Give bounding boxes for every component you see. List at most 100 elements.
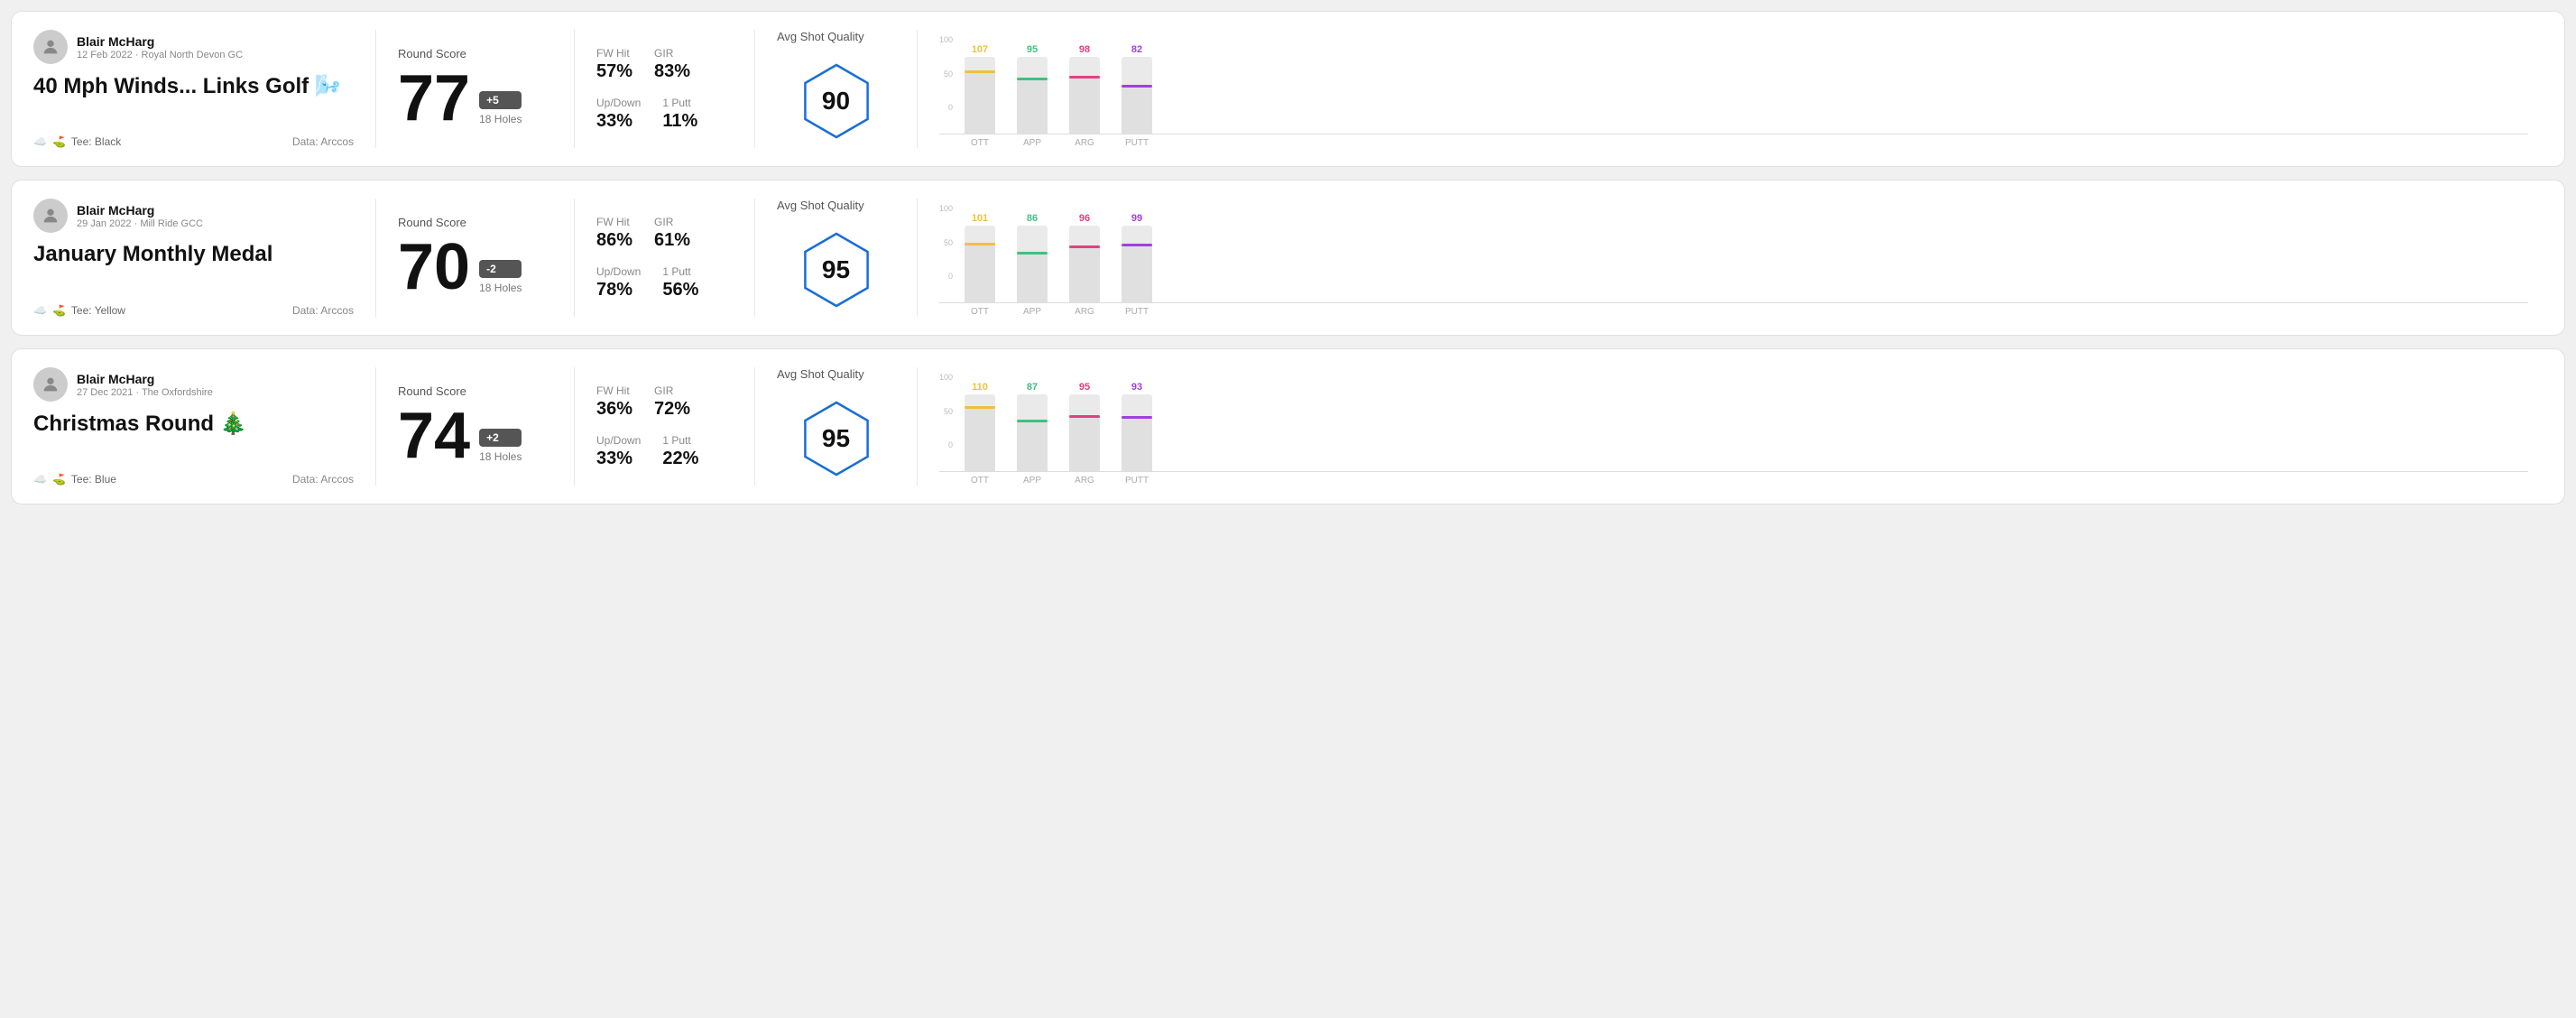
bar-group-arg: 98 bbox=[1069, 44, 1100, 134]
data-source: Data: Arccos bbox=[292, 304, 354, 317]
tee-info: ☁️ ⛳ Tee: Black bbox=[33, 135, 121, 148]
gir-label: GIR bbox=[654, 47, 690, 60]
round-info-section: Blair McHarg 29 Jan 2022 · Mill Ride GCC… bbox=[33, 199, 376, 317]
gir-label: GIR bbox=[654, 384, 690, 397]
score-badge-group: -2 18 Holes bbox=[479, 260, 522, 300]
up-down-value: 33% bbox=[596, 111, 641, 132]
bar-group-putt: 82 bbox=[1122, 44, 1152, 134]
round-score-label: Round Score bbox=[398, 384, 552, 398]
player-date: 27 Dec 2021 · The Oxfordshire bbox=[77, 387, 213, 398]
hexagon-container: 90 bbox=[796, 54, 877, 148]
holes-label: 18 Holes bbox=[479, 113, 522, 125]
bar-group-ott: 101 bbox=[965, 213, 995, 302]
round-card: Blair McHarg 27 Dec 2021 · The Oxfordshi… bbox=[11, 348, 2565, 504]
round-title: January Monthly Medal bbox=[33, 242, 354, 267]
stats-row-top: FW Hit 36% GIR 72% bbox=[596, 384, 733, 420]
up-down-label: Up/Down bbox=[596, 434, 641, 447]
fw-hit-value: 86% bbox=[596, 230, 632, 251]
fw-hit-value: 36% bbox=[596, 399, 632, 420]
player-header: Blair McHarg 27 Dec 2021 · The Oxfordshi… bbox=[33, 367, 354, 402]
stats-row-top: FW Hit 57% GIR 83% bbox=[596, 47, 733, 82]
bar-group-ott: 107 bbox=[965, 44, 995, 134]
up-down-value: 33% bbox=[596, 449, 641, 469]
score-number: 77 bbox=[398, 66, 470, 131]
fw-hit-label: FW Hit bbox=[596, 47, 632, 60]
card-footer: ☁️ ⛳ Tee: Yellow Data: Arccos bbox=[33, 304, 354, 317]
score-modifier-badge: +5 bbox=[479, 91, 522, 109]
bar-group-putt: 93 bbox=[1122, 382, 1152, 471]
score-number: 70 bbox=[398, 235, 470, 300]
fw-hit-label: FW Hit bbox=[596, 216, 632, 228]
player-date: 12 Feb 2022 · Royal North Devon GC bbox=[77, 50, 243, 60]
one-putt-value: 22% bbox=[662, 449, 698, 469]
avatar bbox=[33, 367, 68, 402]
round-score-label: Round Score bbox=[398, 216, 552, 229]
holes-label: 18 Holes bbox=[479, 282, 522, 294]
bar-group-putt: 99 bbox=[1122, 213, 1152, 302]
holes-label: 18 Holes bbox=[479, 450, 522, 463]
tee-label: Tee: Blue bbox=[71, 473, 116, 486]
weather-icon: ☁️ bbox=[33, 304, 47, 317]
round-score-section: Round Score 70 -2 18 Holes bbox=[376, 199, 575, 317]
hex-score: 95 bbox=[822, 424, 850, 453]
stats-row-bottom: Up/Down 33% 1 Putt 22% bbox=[596, 434, 733, 469]
player-header: Blair McHarg 12 Feb 2022 · Royal North D… bbox=[33, 30, 354, 64]
score-badge-group: +2 18 Holes bbox=[479, 429, 522, 468]
avatar bbox=[33, 30, 68, 64]
chart-section: 100 50 0 101 86 96 bbox=[918, 199, 2543, 317]
player-name: Blair McHarg bbox=[77, 203, 203, 217]
round-info-section: Blair McHarg 12 Feb 2022 · Royal North D… bbox=[33, 30, 376, 148]
bar-group-app: 87 bbox=[1017, 382, 1048, 471]
bar-group-arg: 95 bbox=[1069, 382, 1100, 471]
round-card: Blair McHarg 12 Feb 2022 · Royal North D… bbox=[11, 11, 2565, 167]
fw-hit-stat: FW Hit 36% bbox=[596, 384, 632, 420]
player-name: Blair McHarg bbox=[77, 372, 213, 386]
player-info: Blair McHarg 27 Dec 2021 · The Oxfordshi… bbox=[77, 372, 213, 398]
score-row: 77 +5 18 Holes bbox=[398, 66, 552, 131]
stats-row-top: FW Hit 86% GIR 61% bbox=[596, 216, 733, 251]
avatar bbox=[33, 199, 68, 233]
up-down-stat: Up/Down 78% bbox=[596, 265, 641, 301]
round-score-section: Round Score 77 +5 18 Holes bbox=[376, 30, 575, 148]
hexagon-container: 95 bbox=[796, 223, 877, 317]
card-footer: ☁️ ⛳ Tee: Blue Data: Arccos bbox=[33, 473, 354, 486]
round-card: Blair McHarg 29 Jan 2022 · Mill Ride GCC… bbox=[11, 180, 2565, 336]
round-score-section: Round Score 74 +2 18 Holes bbox=[376, 367, 575, 486]
score-row: 74 +2 18 Holes bbox=[398, 403, 552, 468]
up-down-value: 78% bbox=[596, 280, 641, 301]
fw-hit-value: 57% bbox=[596, 61, 632, 82]
hex-score: 95 bbox=[822, 255, 850, 284]
quality-label: Avg Shot Quality bbox=[777, 367, 864, 381]
golf-cart-icon: ⛳ bbox=[52, 304, 66, 317]
round-title: 40 Mph Winds... Links Golf 🌬️ bbox=[33, 73, 354, 99]
player-info: Blair McHarg 12 Feb 2022 · Royal North D… bbox=[77, 34, 243, 60]
player-header: Blair McHarg 29 Jan 2022 · Mill Ride GCC bbox=[33, 199, 354, 233]
round-title: Christmas Round 🎄 bbox=[33, 411, 354, 437]
tee-label: Tee: Black bbox=[71, 135, 121, 148]
round-info-section: Blair McHarg 27 Dec 2021 · The Oxfordshi… bbox=[33, 367, 376, 486]
quality-section: Avg Shot Quality 95 bbox=[755, 199, 918, 317]
player-name: Blair McHarg bbox=[77, 34, 243, 49]
gir-value: 72% bbox=[654, 399, 690, 420]
gir-stat: GIR 83% bbox=[654, 47, 690, 82]
stats-section: FW Hit 57% GIR 83% Up/Down 33% 1 Putt 11… bbox=[575, 30, 755, 148]
hexagon-container: 95 bbox=[796, 392, 877, 486]
card-footer: ☁️ ⛳ Tee: Black Data: Arccos bbox=[33, 135, 354, 148]
one-putt-label: 1 Putt bbox=[662, 265, 698, 278]
score-modifier-badge: -2 bbox=[479, 260, 522, 278]
stats-section: FW Hit 86% GIR 61% Up/Down 78% 1 Putt 56… bbox=[575, 199, 755, 317]
up-down-stat: Up/Down 33% bbox=[596, 97, 641, 132]
up-down-label: Up/Down bbox=[596, 97, 641, 109]
data-source: Data: Arccos bbox=[292, 473, 354, 486]
gir-value: 61% bbox=[654, 230, 690, 251]
tee-info: ☁️ ⛳ Tee: Blue bbox=[33, 473, 116, 486]
chart-section: 100 50 0 110 87 95 bbox=[918, 367, 2543, 486]
score-row: 70 -2 18 Holes bbox=[398, 235, 552, 300]
chart-section: 100 50 0 107 95 98 bbox=[918, 30, 2543, 148]
bar-group-ott: 110 bbox=[965, 382, 995, 471]
golf-cart-icon: ⛳ bbox=[52, 135, 66, 148]
player-date: 29 Jan 2022 · Mill Ride GCC bbox=[77, 218, 203, 229]
golf-cart-icon: ⛳ bbox=[52, 473, 66, 486]
bar-group-arg: 96 bbox=[1069, 213, 1100, 302]
one-putt-value: 56% bbox=[662, 280, 698, 301]
